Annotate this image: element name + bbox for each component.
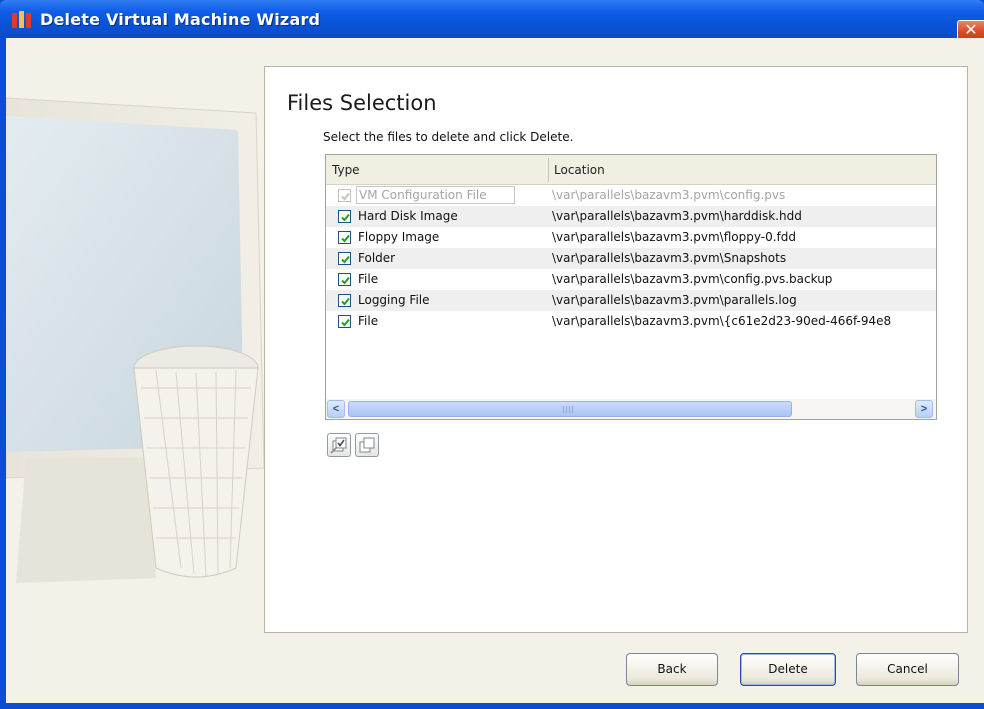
- chevron-left-icon: <: [332, 403, 340, 415]
- scroll-left-button[interactable]: <: [327, 400, 345, 418]
- file-row-logging-file[interactable]: Logging File \var\parallels\bazavm3.pvm\…: [326, 290, 936, 311]
- file-rows: VM Configuration File \var\parallels\baz…: [326, 185, 936, 332]
- page-instructions: Select the files to delete and click Del…: [323, 130, 574, 144]
- row-checkbox[interactable]: [338, 252, 351, 265]
- file-type: Floppy Image: [358, 230, 440, 244]
- scrollbar-thumb[interactable]: [348, 401, 792, 417]
- files-list[interactable]: Type Location VM Configuration File \var…: [325, 154, 937, 420]
- select-all-button[interactable]: [327, 433, 351, 457]
- file-location: \var\parallels\bazavm3.pvm\floppy-0.fdd: [552, 230, 796, 244]
- trash-monitor-illustration: [6, 97, 265, 583]
- file-row-floppy-image[interactable]: Floppy Image \var\parallels\bazavm3.pvm\…: [326, 227, 936, 248]
- scroll-right-button[interactable]: >: [915, 400, 933, 418]
- file-location: \var\parallels\bazavm3.pvm\parallels.log: [552, 293, 797, 307]
- content-panel: Files Selection Select the files to dele…: [264, 66, 968, 633]
- row-checkbox[interactable]: [338, 231, 351, 244]
- file-row-file-guid[interactable]: File \var\parallels\bazavm3.pvm\{c61e2d2…: [326, 311, 936, 332]
- wizard-client-area: Files Selection Select the files to dele…: [6, 38, 984, 703]
- wizard-window: Delete Virtual Machine Wizard ✕ Files Se…: [0, 0, 984, 709]
- file-type: File: [358, 314, 379, 328]
- horizontal-scrollbar[interactable]: < >: [326, 399, 936, 419]
- clear-all-button[interactable]: [355, 433, 379, 457]
- file-location: \var\parallels\bazavm3.pvm\{c61e2d23-90e…: [552, 314, 892, 328]
- delete-button[interactable]: Delete: [740, 653, 836, 686]
- file-type: Logging File: [358, 293, 430, 307]
- file-location: \var\parallels\bazavm3.pvm\config.pvs.ba…: [552, 272, 833, 286]
- file-row-vm-configuration[interactable]: VM Configuration File \var\parallels\baz…: [326, 185, 936, 206]
- row-checkbox[interactable]: [338, 273, 351, 286]
- file-type: VM Configuration File: [356, 186, 515, 204]
- title-bar[interactable]: Delete Virtual Machine Wizard ✕: [0, 0, 984, 42]
- scrollbar-grip: [563, 406, 575, 413]
- row-checkbox[interactable]: [338, 315, 351, 328]
- file-row-file-backup[interactable]: File \var\parallels\bazavm3.pvm\config.p…: [326, 269, 936, 290]
- row-checkbox[interactable]: [338, 294, 351, 307]
- file-location: \var\parallels\bazavm3.pvm\harddisk.hdd: [552, 209, 802, 223]
- file-type: File: [358, 272, 379, 286]
- back-button[interactable]: Back: [626, 653, 718, 686]
- column-header-location[interactable]: Location: [548, 155, 936, 185]
- window-title: Delete Virtual Machine Wizard: [40, 10, 321, 29]
- cancel-button[interactable]: Cancel: [856, 653, 959, 686]
- file-location: \var\parallels\bazavm3.pvm\config.pvs: [552, 188, 786, 202]
- file-row-hard-disk-image[interactable]: Hard Disk Image \var\parallels\bazavm3.p…: [326, 206, 936, 227]
- row-checkbox-disabled: [338, 189, 351, 202]
- chevron-right-icon: >: [920, 403, 928, 415]
- check-all-icon: [330, 437, 347, 454]
- parallels-app-icon: [12, 11, 31, 28]
- file-type: Hard Disk Image: [358, 209, 458, 223]
- close-icon: ✕: [964, 22, 978, 39]
- file-row-folder[interactable]: Folder \var\parallels\bazavm3.pvm\Snapsh…: [326, 248, 936, 269]
- file-type: Folder: [358, 251, 396, 265]
- window-border-bottom: [0, 703, 984, 709]
- uncheck-all-icon: [359, 437, 375, 453]
- column-header-type[interactable]: Type: [326, 155, 548, 185]
- file-location: \var\parallels\bazavm3.pvm\Snapshots: [552, 251, 787, 265]
- row-checkbox[interactable]: [338, 210, 351, 223]
- list-header: Type Location: [326, 155, 936, 185]
- page-title: Files Selection: [287, 91, 437, 115]
